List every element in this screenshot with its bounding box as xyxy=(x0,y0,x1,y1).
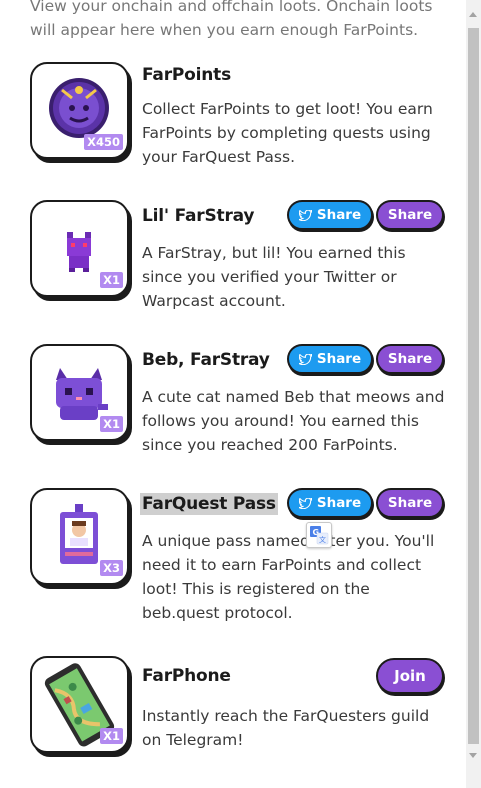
scroll-down-arrow-icon[interactable] xyxy=(469,753,477,758)
twitter-bird-icon xyxy=(298,209,312,221)
share-label: Share xyxy=(387,207,433,223)
twitter-share-label: Share xyxy=(316,351,362,367)
share-label: Share xyxy=(387,351,433,367)
twitter-share-button[interactable]: Share xyxy=(287,488,373,518)
item-title: FarPoints xyxy=(142,65,231,85)
share-label: Share xyxy=(387,495,433,511)
intro-text: View your onchain and offchain loots. On… xyxy=(30,0,433,39)
share-button[interactable]: Share xyxy=(376,344,444,374)
loot-item-farpoints: X450 FarPoints Collect FarPoints to get … xyxy=(30,62,466,172)
quantity-badge: X1 xyxy=(100,728,123,744)
loot-item-farphone: X1 FarPhone Join Instantly reach the Far… xyxy=(30,656,466,756)
twitter-share-label: Share xyxy=(316,207,362,223)
svg-text:文: 文 xyxy=(319,535,326,544)
twitter-bird-icon xyxy=(298,353,312,365)
item-description: A cute cat named Beb that meows and foll… xyxy=(142,388,445,454)
twitter-bird-icon xyxy=(298,497,312,509)
translate-icon[interactable]: G 文 xyxy=(306,522,332,548)
loot-item-lil-farstray: X1 Lil' FarStray Share Share A FarStray,… xyxy=(30,200,466,310)
loot-item-beb-farstray: X1 Beb, FarStray Share Share A cute cat … xyxy=(30,344,466,454)
scroll-up-arrow-icon[interactable] xyxy=(469,12,477,17)
item-description: A FarStray, but lil! You earned this sin… xyxy=(142,244,406,310)
quantity-badge: X3 xyxy=(100,560,123,576)
scrollbar[interactable] xyxy=(466,0,481,788)
scrollbar-thumb[interactable] xyxy=(468,28,479,744)
twitter-share-label: Share xyxy=(316,495,362,511)
loot-item-farquest-pass: X3 FarQuest Pass Share Share A unique pa… xyxy=(30,488,466,628)
item-description: A unique pass named after you. You'll ne… xyxy=(142,532,435,622)
quantity-badge: X1 xyxy=(100,416,123,432)
item-title: FarPhone xyxy=(142,666,231,686)
twitter-share-button[interactable]: Share xyxy=(287,344,373,374)
quantity-badge: X450 xyxy=(84,134,123,150)
share-button[interactable]: Share xyxy=(376,488,444,518)
loot-thumbnail: X3 xyxy=(30,488,129,585)
item-title: FarQuest Pass xyxy=(140,493,278,515)
join-button[interactable]: Join xyxy=(376,658,444,694)
loot-thumbnail: X1 xyxy=(30,656,129,753)
share-button[interactable]: Share xyxy=(376,200,444,230)
item-title: Beb, FarStray xyxy=(142,350,270,370)
item-description: Instantly reach the FarQuesters guild on… xyxy=(142,707,430,749)
join-label: Join xyxy=(394,667,426,685)
loot-thumbnail: X450 xyxy=(30,62,129,159)
item-title: Lil' FarStray xyxy=(142,206,255,226)
loot-thumbnail: X1 xyxy=(30,344,129,441)
item-description: Collect FarPoints to get loot! You earn … xyxy=(142,100,433,166)
loot-list: View your onchain and offchain loots. On… xyxy=(0,0,466,788)
loot-thumbnail: X1 xyxy=(30,200,129,297)
twitter-share-button[interactable]: Share xyxy=(287,200,373,230)
quantity-badge: X1 xyxy=(100,272,123,288)
